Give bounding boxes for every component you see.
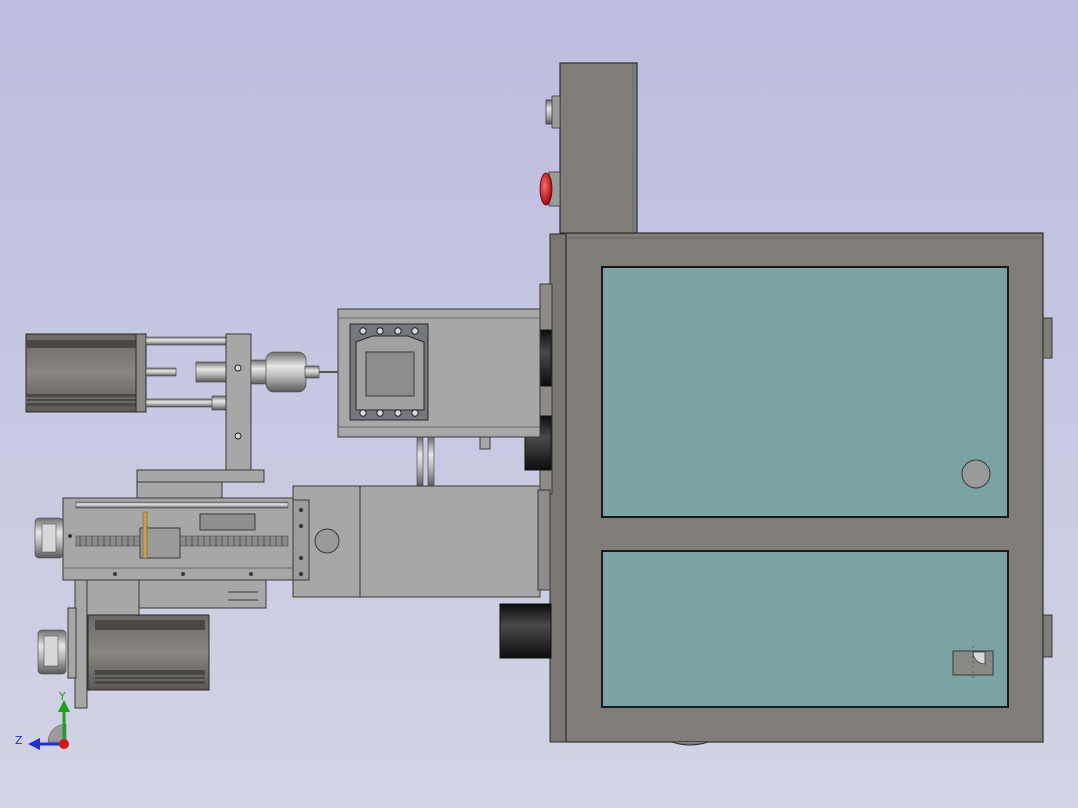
timing-pulley-lower[interactable] bbox=[37, 629, 67, 675]
push-button-grey[interactable] bbox=[545, 95, 561, 129]
timing-pulley-upper[interactable] bbox=[34, 517, 64, 559]
triad-y-label: Y bbox=[58, 690, 66, 703]
emergency-stop-icon[interactable] bbox=[539, 171, 561, 207]
stepper-motor-icon[interactable] bbox=[25, 333, 147, 413]
clamp-plate[interactable] bbox=[349, 323, 429, 421]
slide-housing[interactable] bbox=[292, 485, 551, 598]
cabinet-window-lower bbox=[601, 550, 1009, 708]
cabinet-knob[interactable] bbox=[961, 459, 991, 489]
main-cabinet[interactable] bbox=[549, 232, 1053, 746]
cad-viewport[interactable]: Y Z bbox=[0, 0, 1078, 808]
triad-x-axis bbox=[59, 739, 69, 749]
triad-z-label: Z bbox=[15, 734, 23, 747]
cabinet-window-upper bbox=[601, 266, 1009, 518]
